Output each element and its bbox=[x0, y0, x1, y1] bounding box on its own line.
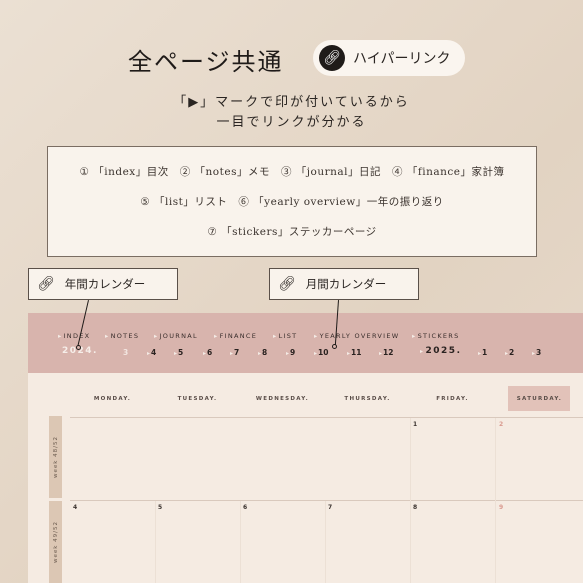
month-link[interactable]: 12 bbox=[379, 348, 393, 357]
month-link[interactable]: 6 bbox=[203, 348, 212, 357]
col-divider bbox=[495, 418, 496, 583]
day-header: THURSDAY. bbox=[344, 396, 391, 402]
month-link[interactable]: 11 bbox=[347, 348, 361, 357]
subtitle-line-1: 「▶」マークで印が付いているから bbox=[173, 95, 410, 110]
day-header: SATURDAY. bbox=[516, 396, 563, 402]
col-divider bbox=[155, 501, 156, 583]
nav-stickers[interactable]: STICKERS bbox=[412, 332, 460, 340]
calendar-page: INDEX NOTES JOURNAL FINANCE LIST YEARLY … bbox=[28, 313, 583, 583]
link-icon: 🔗︎ bbox=[319, 45, 345, 71]
link-icon: 🔗︎ bbox=[37, 276, 55, 292]
col-divider bbox=[325, 501, 326, 583]
nav-finance[interactable]: FINANCE bbox=[214, 332, 257, 340]
month-link[interactable]: 10 bbox=[314, 348, 328, 357]
date-cell[interactable]: 9 bbox=[499, 504, 503, 511]
legend-line-1: ① 「index」目次 ② 「notes」メモ ③ 「journal」日記 ④ … bbox=[79, 166, 505, 178]
month-link[interactable]: 1 bbox=[478, 348, 487, 357]
row-divider bbox=[70, 500, 583, 501]
calendar-header bbox=[28, 313, 583, 373]
month-link[interactable]: 8 bbox=[258, 348, 267, 357]
day-header: TUESDAY. bbox=[177, 396, 218, 402]
day-header: FRIDAY. bbox=[436, 396, 469, 402]
callout-dot bbox=[332, 344, 337, 349]
month-link[interactable]: 3 bbox=[532, 348, 541, 357]
date-cell[interactable]: 2 bbox=[499, 421, 503, 428]
week-tab[interactable]: week 48/52 bbox=[49, 416, 62, 498]
week-tab[interactable]: week 49/52 bbox=[49, 501, 62, 583]
link-icon: 🔗︎ bbox=[278, 276, 296, 292]
nav-yearly-overview[interactable]: YEARLY OVERVIEW bbox=[314, 332, 400, 340]
date-cell[interactable]: 4 bbox=[73, 504, 77, 511]
page-title: 全ページ共通 bbox=[128, 48, 284, 76]
callout-monthly-calendar: 🔗︎ 月間カレンダー bbox=[269, 268, 419, 300]
date-cell[interactable]: 6 bbox=[243, 504, 247, 511]
week-label: week 48/52 bbox=[52, 435, 59, 479]
col-divider bbox=[240, 501, 241, 583]
year-2025-link[interactable]: 2025. bbox=[420, 346, 461, 356]
col-divider bbox=[410, 418, 411, 583]
month-link[interactable]: 9 bbox=[286, 348, 295, 357]
date-cell[interactable]: 5 bbox=[158, 504, 162, 511]
callout-label: 年間カレンダー bbox=[64, 277, 146, 291]
nav-notes[interactable]: NOTES bbox=[105, 332, 139, 340]
legend-line-2: ⑤ 「list」リスト ⑥ 「yearly overview」一年の振り返り bbox=[140, 196, 444, 208]
date-cell[interactable]: 7 bbox=[328, 504, 332, 511]
link-legend-box: ① 「index」目次 ② 「notes」メモ ③ 「journal」日記 ④ … bbox=[47, 146, 537, 257]
subtitle-line-2: 一目でリンクが分かる bbox=[216, 115, 367, 130]
legend-line-3: ⑦ 「stickers」ステッカーページ bbox=[207, 226, 377, 238]
nav-index[interactable]: INDEX bbox=[58, 332, 90, 340]
callout-dot bbox=[76, 345, 81, 350]
day-header: WEDNESDAY. bbox=[255, 396, 310, 402]
callout-label: 月間カレンダー bbox=[305, 277, 387, 291]
month-link[interactable]: 4 bbox=[147, 348, 156, 357]
hyperlink-badge-label: ハイパーリンク bbox=[353, 51, 451, 67]
nav-journal[interactable]: JOURNAL bbox=[154, 332, 198, 340]
date-cell[interactable]: 1 bbox=[413, 421, 417, 428]
month-link[interactable]: 2 bbox=[505, 348, 514, 357]
hyperlink-badge: 🔗︎ ハイパーリンク bbox=[313, 40, 465, 76]
date-cell[interactable]: 8 bbox=[413, 504, 417, 511]
month-link[interactable]: 5 bbox=[174, 348, 183, 357]
month-link[interactable]: 3 bbox=[123, 348, 128, 357]
callout-yearly-calendar: 🔗︎ 年間カレンダー bbox=[28, 268, 178, 300]
row-divider bbox=[70, 417, 583, 418]
month-link[interactable]: 7 bbox=[230, 348, 239, 357]
week-label: week 49/52 bbox=[52, 520, 59, 564]
nav-list[interactable]: LIST bbox=[273, 332, 297, 340]
day-header: MONDAY. bbox=[93, 396, 132, 402]
